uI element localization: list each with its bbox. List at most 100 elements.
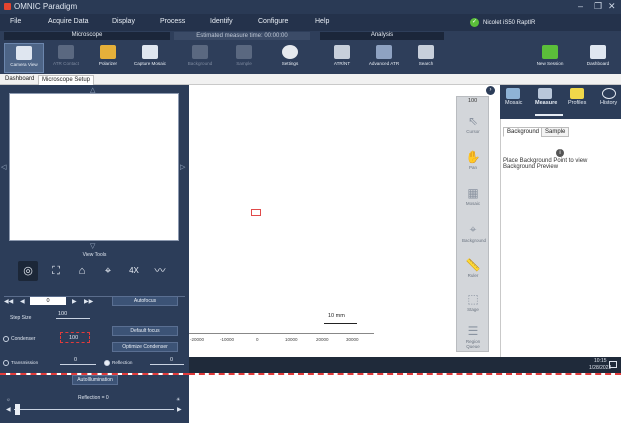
empty-area [189, 375, 621, 423]
close-button[interactable]: ✕ [608, 1, 616, 12]
condenser-radio[interactable] [3, 336, 9, 342]
frame-icon[interactable]: ⛶ [46, 261, 66, 281]
cursor-tool[interactable]: ⇖ Cursor [462, 114, 484, 134]
region-marker[interactable] [251, 209, 261, 216]
region-queue-icon: ☰ [467, 324, 479, 338]
collapse-panel-icon[interactable]: › [486, 86, 495, 95]
ruler-icon: 📏 [465, 258, 481, 272]
background-button[interactable]: Background [180, 43, 220, 73]
transmission-value[interactable]: 0 [74, 357, 77, 363]
advanced-atr-button[interactable]: Advanced ATR [364, 43, 404, 73]
atr-nt-button[interactable]: ATR/NT [322, 43, 362, 73]
menu-acquire-data[interactable]: Acquire Data [48, 18, 88, 25]
ruler-tool[interactable]: 📏 Ruler [462, 258, 484, 278]
capture-mosaic-button[interactable]: Capture Mosaic [130, 43, 170, 73]
analysis-group-label: Analysis [320, 32, 444, 40]
tab-dashboard[interactable]: Dashboard [2, 75, 37, 85]
default-focus-button[interactable]: Default focus [112, 326, 178, 336]
autofocus-button[interactable]: Autofocus [112, 296, 178, 306]
transmission-underline [60, 364, 96, 365]
settings-button[interactable]: Settings [270, 43, 310, 73]
reflection-radio[interactable] [104, 360, 110, 366]
stage-tool[interactable]: ⬚ Stage [462, 292, 484, 312]
step-size-value[interactable]: 100 [58, 311, 67, 317]
stage-icon[interactable]: ⌂ [72, 261, 92, 281]
polarizer-button[interactable]: Polarizer [88, 43, 128, 73]
condenser-value: 100 [69, 335, 79, 341]
optimize-condenser-button[interactable]: Optimize Condenser [112, 342, 178, 352]
camera-view-button[interactable]: Camera View [4, 43, 44, 73]
menu-configure[interactable]: Configure [258, 18, 288, 25]
minimize-button[interactable]: – [578, 1, 583, 11]
camera-preview[interactable] [9, 93, 179, 241]
step-back-icon[interactable]: ◀ [20, 298, 25, 305]
aperture-icon[interactable]: ◎ [18, 261, 38, 281]
profiles-tab-icon [570, 88, 584, 99]
reflection-slider-thumb[interactable] [15, 404, 21, 415]
pan-tool[interactable]: ✋ Pan [462, 150, 484, 170]
info-icon: i [556, 149, 564, 157]
instrument-name: Nicolet iS50 RaptIR [483, 20, 536, 27]
clock-date: 1/28/2022 [589, 365, 612, 371]
step-size-underline [56, 318, 90, 319]
pan-right-arrow-icon[interactable]: ▷ [180, 163, 185, 171]
spectrum-icon[interactable]: 〰 [150, 261, 170, 281]
clock-time: 10:15 [594, 358, 607, 364]
nav-position-field[interactable]: 0 [30, 297, 66, 305]
sample-button[interactable]: Sample [224, 43, 264, 73]
region-queue-tool[interactable]: ☰ Region Queue [462, 324, 484, 349]
condenser-field[interactable]: 100 [60, 332, 90, 343]
measure-tab-icon [538, 88, 552, 99]
pan-down-arrow-icon[interactable]: ▽ [90, 242, 95, 250]
fast-forward-icon[interactable]: ▶▶ [84, 298, 93, 305]
instrument-status: ✓ Nicolet iS50 RaptIR [470, 18, 535, 27]
tab-profiles[interactable]: Profiles [568, 100, 586, 106]
new-session-button[interactable]: New Session [530, 43, 570, 73]
crosshair-icon[interactable]: ⌖ [98, 261, 118, 281]
step-size-label: Step Size [10, 315, 32, 321]
mosaic-tool[interactable]: ▦ Mosaic [462, 186, 484, 206]
stage-viewport[interactable] [189, 85, 500, 373]
view-tools-label: View Tools [82, 252, 107, 258]
ribbon-toolbar: Microscope Estimated measure time: 00:00… [0, 31, 621, 74]
step-forward-icon[interactable]: ▶ [72, 298, 77, 305]
reflection-label: Reflection [112, 360, 133, 365]
menu-file[interactable]: File [10, 18, 21, 25]
notification-icon[interactable] [609, 361, 617, 368]
zoom-4x-button[interactable]: 4X [124, 261, 144, 281]
restore-button[interactable]: ❐ [594, 1, 602, 12]
microscope-control-panel: △ ◁ ▷ ▽ View Tools ◎ ⛶ ⌂ ⌖ 4X 〰 ◀◀ ◀ 0 ▶… [0, 85, 189, 373]
menu-process[interactable]: Process [160, 18, 185, 25]
slider-increase-icon[interactable]: ▶ [177, 406, 182, 413]
subtab-sample[interactable]: Sample [541, 127, 570, 137]
menu-display[interactable]: Display [112, 18, 135, 25]
dashboard-button[interactable]: Dashboard [578, 43, 618, 73]
autoillumination-button[interactable]: AutoIllumination [72, 375, 118, 385]
reflection-value[interactable]: 0 [170, 357, 173, 363]
axis-tick-label: -20000 [190, 337, 205, 342]
rewind-icon[interactable]: ◀◀ [4, 298, 13, 305]
measure-time: Estimated measure time: 00:00:00 [174, 32, 310, 40]
title-bar: OMNIC Paradigm – ❐ ✕ [0, 0, 621, 14]
menu-identify[interactable]: Identify [210, 18, 233, 25]
app-logo-icon [4, 3, 11, 10]
search-button[interactable]: Search [406, 43, 446, 73]
background-point-icon: ⌖ [469, 222, 477, 236]
menu-help[interactable]: Help [315, 18, 329, 25]
axis-tick-label: 20000 [316, 337, 329, 342]
tab-measure[interactable]: Measure [535, 100, 557, 106]
hand-icon: ✋ [465, 150, 481, 164]
axis-tick-label: 0 [256, 337, 259, 342]
atr-contact-button[interactable]: ATR Contact [46, 43, 86, 73]
tab-microscope-setup[interactable]: Microscope Setup [38, 75, 95, 85]
reflection-slider-track[interactable] [14, 409, 174, 410]
tab-mosaic[interactable]: Mosaic [505, 100, 522, 106]
subtab-background[interactable]: Background [503, 127, 544, 137]
transmission-radio[interactable] [3, 360, 9, 366]
search-icon [418, 45, 434, 59]
pan-left-arrow-icon[interactable]: ◁ [1, 163, 6, 171]
background-tool[interactable]: ⌖ Background [462, 222, 486, 243]
tab-history[interactable]: History [600, 100, 617, 106]
slider-decrease-icon[interactable]: ◀ [6, 406, 11, 413]
illumination-panel: AutoIllumination ☼ Reflection = 0 ☀ ◀ ▶ [0, 375, 189, 423]
